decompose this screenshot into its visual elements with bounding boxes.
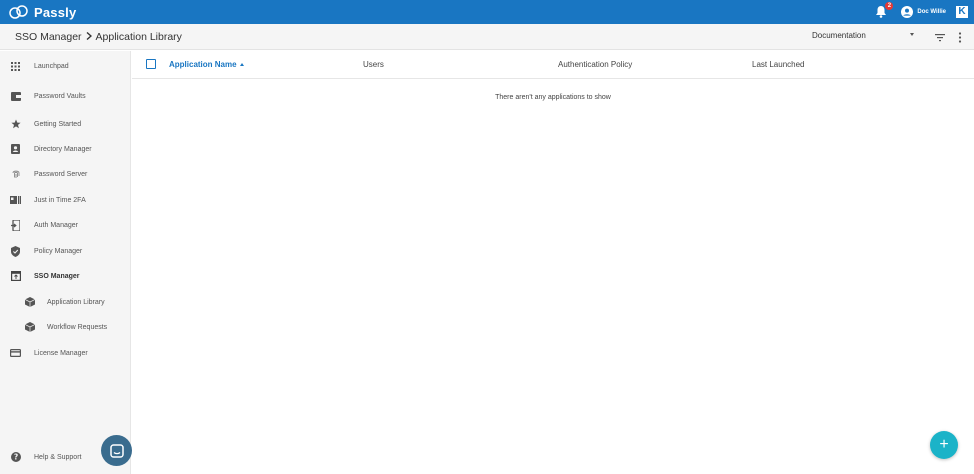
sidebar-item-label: Workflow Requests [47, 323, 108, 331]
chat-launcher-button[interactable] [101, 435, 132, 466]
chevron-down-icon [910, 33, 914, 36]
sidebar-item-label: Help & Support [34, 453, 82, 461]
id-badge-icon [10, 195, 21, 206]
filter-icon[interactable] [935, 33, 945, 42]
column-header-authentication-policy[interactable]: Authentication Policy [558, 60, 632, 69]
chevron-right-icon [86, 31, 92, 43]
credit-card-icon [10, 348, 21, 359]
sidebar-item-label: Application Library [47, 298, 105, 306]
account-circle-icon [901, 6, 914, 18]
window-icon [10, 271, 21, 282]
sidebar-item-application-library[interactable]: Application Library [0, 291, 131, 313]
sidebar-item-label: License Manager [34, 349, 88, 357]
documentation-select-value: Documentation [812, 31, 866, 40]
user-menu[interactable]: Doc Willie [901, 6, 946, 18]
empty-state-message: There aren't any applications to show [495, 94, 611, 101]
sidebar-item-password-server[interactable]: Password Server [0, 163, 131, 185]
notifications-button[interactable]: 2 [875, 2, 894, 19]
main-content: Application Name Users Authentication Po… [132, 51, 974, 474]
k-app-switcher-button[interactable]: K [956, 6, 968, 18]
column-header-label: Application Name [169, 60, 237, 69]
breadcrumb-application-library: Application Library [95, 30, 182, 43]
sidebar-item-label: Just in Time 2FA [34, 196, 86, 204]
brand-name: Passly [34, 4, 77, 20]
sidebar-item-license-manager[interactable]: License Manager [0, 342, 131, 364]
fingerprint-icon [10, 169, 21, 180]
sidebar-item-label: Policy Manager [34, 247, 83, 255]
svg-text:?: ? [13, 453, 17, 462]
notification-badge: 2 [885, 2, 894, 10]
top-bar: Passly 2 Doc Willie K [0, 0, 974, 24]
sidebar-item-launchpad[interactable]: Launchpad [0, 55, 131, 77]
cube-icon [24, 322, 35, 333]
shield-check-icon [10, 245, 21, 257]
column-header-last-launched[interactable]: Last Launched [752, 60, 805, 69]
chat-icon [109, 443, 124, 458]
more-vertical-icon[interactable] [958, 32, 962, 43]
contact-card-icon [10, 144, 21, 155]
wallet-icon [10, 91, 21, 102]
sidebar-item-password-vaults[interactable]: Password Vaults [0, 85, 131, 107]
grid-icon [10, 61, 21, 72]
sidebar-item-getting-started[interactable]: Getting Started [0, 113, 131, 135]
select-all-checkbox[interactable] [146, 59, 156, 69]
table-header: Application Name Users Authentication Po… [132, 51, 974, 79]
brand[interactable]: Passly [8, 4, 76, 20]
breadcrumb-sso-manager[interactable]: SSO Manager [15, 31, 82, 43]
help-circle-icon: ? [10, 452, 21, 463]
cube-icon [24, 297, 35, 308]
sidebar-item-label: Directory Manager [34, 145, 92, 153]
breadcrumb: SSO Manager Application Library [15, 31, 182, 43]
passly-logo-icon [9, 5, 28, 19]
sidebar-item-policy-manager[interactable]: Policy Manager [0, 240, 131, 262]
user-name: Doc Willie [917, 9, 946, 15]
add-application-button[interactable]: + [930, 431, 958, 459]
phone-login-icon [10, 219, 21, 231]
sidebar-item-label: Getting Started [34, 120, 82, 128]
star-icon [10, 119, 21, 130]
sidebar-item-sso-manager[interactable]: SSO Manager [0, 265, 131, 287]
sidebar-item-label: Auth Manager [34, 221, 78, 229]
sidebar-item-auth-manager[interactable]: Auth Manager [0, 214, 131, 236]
sidebar-item-label: SSO Manager [34, 272, 80, 280]
column-header-users[interactable]: Users [363, 60, 384, 69]
documentation-select[interactable]: Documentation [812, 31, 916, 40]
sidebar-item-label: Launchpad [34, 62, 69, 70]
sidebar-item-directory-manager[interactable]: Directory Manager [0, 138, 131, 160]
page-header: SSO Manager Application Library Document… [0, 24, 974, 50]
sidebar-item-label: Password Server [34, 170, 88, 178]
sort-ascending-icon [239, 63, 244, 67]
sidebar-item-label: Password Vaults [34, 92, 86, 100]
sidebar-item-workflow-requests[interactable]: Workflow Requests [0, 316, 131, 338]
sidebar: Launchpad Password Vaults Getting Starte… [0, 51, 131, 474]
column-header-application-name[interactable]: Application Name [169, 60, 244, 69]
sidebar-item-just-in-time-2fa[interactable]: Just in Time 2FA [0, 189, 131, 211]
